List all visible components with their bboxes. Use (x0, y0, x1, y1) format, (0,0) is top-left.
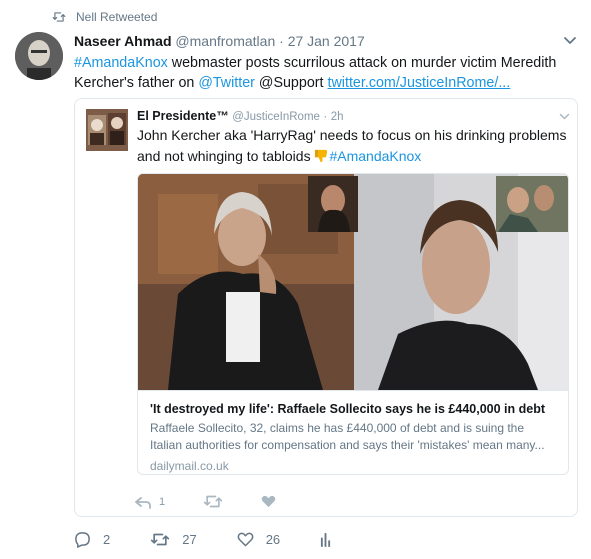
quoted-hashtag-link[interactable]: #AmandaKnox (329, 148, 421, 164)
like-icon (261, 495, 276, 508)
card-title[interactable]: 'It destroyed my life': Raffaele Solleci… (150, 401, 558, 418)
tweet-text: #AmandaKnox webmaster posts scurrilous a… (74, 53, 564, 93)
quoted-author-name[interactable]: El Presidente™ (137, 109, 229, 123)
tweet-header: Naseer Ahmad @manfromatlan · 27 Jan 2017 (74, 33, 365, 49)
chevron-down-icon[interactable] (563, 34, 577, 48)
card-body: 'It destroyed my life': Raffaele Solleci… (138, 390, 568, 473)
tweet-actions: 2 27 26 (74, 531, 371, 548)
retweet-action[interactable]: 27 (150, 532, 197, 547)
quoted-separator: · (323, 111, 328, 123)
reply-icon (135, 496, 151, 509)
card-domain: dailymail.co.uk (150, 459, 229, 473)
tweet-text-support: @Support (254, 75, 328, 91)
reply-count: 2 (103, 532, 111, 547)
link-card[interactable]: 'It destroyed my life': Raffaele Solleci… (137, 173, 569, 475)
analytics-icon (321, 533, 331, 547)
hashtag-link[interactable]: #AmandaKnox (74, 55, 168, 71)
retweet-icon (52, 12, 66, 22)
retweet-icon (151, 533, 170, 546)
quoted-like-action[interactable] (261, 495, 276, 508)
quoted-tweet[interactable]: El Presidente™ @JusticeInRome · 2h John … (74, 98, 578, 517)
quoted-avatar-image (86, 109, 128, 151)
quoted-avatar[interactable] (86, 109, 128, 151)
retweet-icon (203, 495, 223, 508)
quoted-author-handle[interactable]: @JusticeInRome (232, 111, 320, 123)
avatar[interactable] (15, 32, 63, 80)
quoted-time[interactable]: 2h (331, 111, 344, 123)
avatar-image (15, 32, 63, 80)
like-icon (237, 532, 254, 547)
reply-icon (75, 532, 90, 548)
header-separator: · (279, 33, 284, 49)
reply-action[interactable]: 2 (74, 531, 110, 548)
quoted-reply-action[interactable]: 1 (135, 495, 165, 509)
author-handle[interactable]: @manfromatlan (175, 33, 275, 49)
quoted-header: El Presidente™ @JusticeInRome · 2h (137, 109, 344, 123)
retweeted-by-label: Nell Retweeted (76, 10, 158, 24)
quoted-retweet-action[interactable] (203, 494, 223, 509)
author-name[interactable]: Naseer Ahmad (74, 33, 172, 49)
quoted-text: John Kercher aka 'HarryRag' needs to foc… (137, 125, 567, 167)
chevron-down-icon[interactable] (559, 111, 570, 122)
quoted-actions: 1 (135, 494, 314, 509)
retweeted-by-line: Nell Retweeted (52, 10, 157, 24)
retweet-count: 27 (182, 532, 197, 547)
card-description: Raffaele Sollecito, 32, claims he has £4… (150, 421, 545, 452)
thumbs-down-emoji (315, 149, 328, 163)
tweet-date[interactable]: 27 Jan 2017 (288, 33, 365, 49)
card-image (138, 174, 568, 390)
analytics-action[interactable] (320, 532, 331, 547)
like-count: 26 (265, 532, 281, 547)
quoted-reply-count: 1 (159, 495, 166, 508)
like-action[interactable]: 26 (237, 532, 280, 547)
mention-link[interactable]: @Twitter (198, 75, 255, 91)
url-link[interactable]: twitter.com/JusticeInRome/... (328, 75, 511, 91)
card-photo (138, 174, 568, 390)
